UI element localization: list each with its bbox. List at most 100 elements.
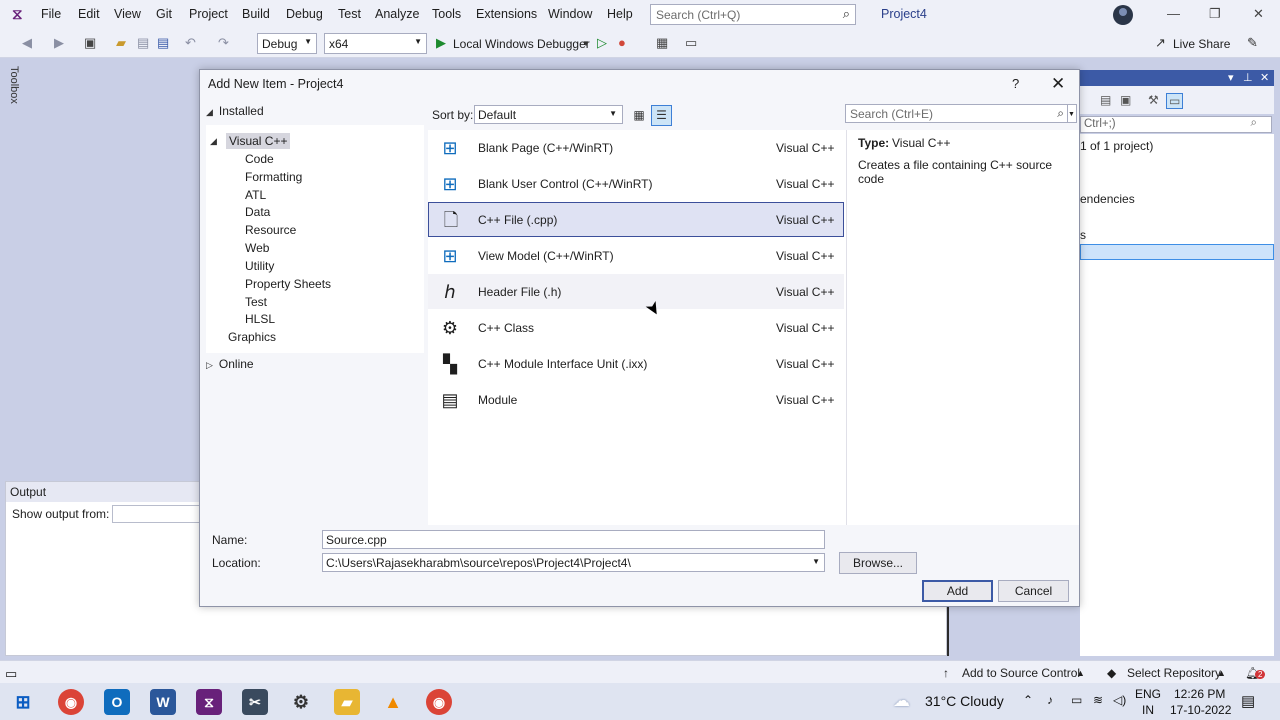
preview-icon[interactable]: ▭ — [1166, 93, 1184, 109]
hot-reload-icon[interactable]: ● — [618, 35, 626, 50]
list-item[interactable]: ⊞ Blank User Control (C++/WinRT) Visual … — [428, 166, 844, 201]
tree-node-resource[interactable]: Resource — [245, 223, 296, 237]
start-icon[interactable]: ⊞ — [10, 689, 36, 715]
dialog-close-button[interactable]: ✕ — [1051, 74, 1065, 94]
list-item[interactable]: ⊞ View Model (C++/WinRT) Visual C++ — [428, 238, 844, 273]
tree-node-utility[interactable]: Utility — [245, 259, 274, 273]
menu-tools[interactable]: Tools — [432, 7, 461, 21]
pin-icon[interactable]: ⊥ — [1243, 71, 1253, 84]
collapse-triangle-icon[interactable]: ◢ — [206, 107, 213, 118]
search-options-dropdown[interactable]: ▼ — [1068, 104, 1077, 123]
menu-extensions[interactable]: Extensions — [476, 7, 537, 21]
tree-node-visual-cpp[interactable]: Visual C++ — [226, 133, 291, 149]
redo-icon[interactable]: ↷ — [218, 35, 229, 51]
tree-node-atl[interactable]: ATL — [245, 188, 266, 202]
sort-by-dropdown[interactable]: Default ▼ — [474, 105, 623, 124]
list-item[interactable]: ▤ Module Visual C++ — [428, 382, 844, 417]
weather[interactable]: 31°C Cloudy — [925, 693, 1004, 709]
menu-window[interactable]: Window — [548, 7, 592, 21]
chrome-icon[interactable]: ◉ — [58, 689, 84, 715]
vlc-icon[interactable]: ▲ — [380, 689, 406, 715]
region-code[interactable]: IN — [1142, 703, 1154, 717]
search-icon[interactable]: ⌕ — [1251, 117, 1257, 130]
installed-node[interactable]: ◢ Installed — [206, 104, 264, 118]
list-item[interactable]: ⊞ Blank Page (C++/WinRT) Visual C++ — [428, 130, 844, 165]
visual-studio-logo-icon[interactable]: ⧖ — [12, 6, 32, 24]
feedback-icon[interactable]: ✎ — [1247, 35, 1258, 51]
folder-icon[interactable]: ▦ — [656, 35, 668, 51]
name-field[interactable]: Source.cpp — [322, 530, 825, 549]
collapse-icon[interactable]: ▤ — [1100, 93, 1111, 107]
chevron-down-icon[interactable]: ▼ — [812, 557, 820, 566]
tree-node-property-sheets[interactable]: Property Sheets — [245, 277, 331, 291]
list-item-selected[interactable]: 🗋︎ C++ File (.cpp) Visual C++ — [428, 202, 844, 237]
browse-button[interactable]: Browse... — [839, 552, 917, 574]
template-search-input[interactable]: Search (Ctrl+E) ⌕ — [845, 104, 1068, 123]
debugger-button[interactable]: Local Windows Debugger — [453, 37, 590, 51]
layout-icon[interactable]: ▭ — [685, 35, 697, 51]
open-folder-icon[interactable]: ▰ — [116, 35, 126, 51]
expand-triangle-icon[interactable]: ▷ — [206, 360, 213, 371]
list-view-icon[interactable]: ☰ — [651, 105, 672, 126]
search-icon[interactable]: ⌕ — [843, 6, 850, 22]
tree-node-hlsl[interactable]: HLSL — [245, 312, 275, 326]
toolbox-tab[interactable]: Toolbox — [8, 66, 20, 104]
back-icon[interactable]: ◀ — [22, 35, 32, 51]
undo-icon[interactable]: ↶ — [185, 35, 196, 51]
language-code[interactable]: ENG — [1135, 687, 1161, 701]
tree-node-web[interactable]: Web — [245, 241, 269, 255]
menu-git[interactable]: Git — [156, 7, 172, 21]
save-icon[interactable]: ▤ — [137, 35, 149, 51]
tree-node-data[interactable]: Data — [245, 205, 270, 219]
live-share-button[interactable]: Live Share — [1173, 37, 1230, 51]
close-icon[interactable]: ✕ — [1260, 71, 1269, 84]
cancel-button[interactable]: Cancel — [998, 580, 1069, 602]
word-icon[interactable]: W — [150, 689, 176, 715]
list-item[interactable]: ℎ Header File (.h) Visual C++ — [428, 274, 844, 309]
configuration-dropdown[interactable]: Debug ▼ — [257, 33, 317, 54]
search-input[interactable]: Search (Ctrl+Q) ⌕ — [650, 4, 856, 25]
tree-node-code[interactable]: Code — [245, 152, 274, 166]
help-button[interactable]: ? — [1012, 76, 1019, 91]
add-button[interactable]: Add — [922, 580, 993, 602]
solution-node[interactable]: 1 of 1 project) — [1080, 139, 1153, 153]
add-to-source-control[interactable]: Add to Source Control — [962, 666, 1080, 680]
start-without-debugging-icon[interactable]: ▷ — [597, 35, 607, 51]
new-project-icon[interactable]: ▣ — [84, 35, 96, 51]
tree-node-test[interactable]: Test — [245, 295, 267, 309]
menu-help[interactable]: Help — [607, 7, 633, 21]
wifi-icon[interactable]: ≋ — [1093, 693, 1103, 707]
menu-test[interactable]: Test — [338, 7, 361, 21]
chevron-down-icon[interactable]: ▼ — [582, 39, 590, 48]
file-explorer-icon[interactable]: ▰ — [334, 689, 360, 715]
settings-icon[interactable]: ⚙ — [288, 689, 314, 715]
tree-node-formatting[interactable]: Formatting — [245, 170, 302, 184]
close-icon[interactable]: ✕ — [1253, 6, 1264, 22]
selected-tree-row[interactable] — [1080, 244, 1274, 260]
list-item[interactable]: ▚ C++ Module Interface Unit (.ixx) Visua… — [428, 346, 844, 381]
menu-debug[interactable]: Debug — [286, 7, 323, 21]
clock-date[interactable]: 17-10-2022 — [1170, 703, 1231, 717]
tree-node-graphics[interactable]: Graphics — [228, 330, 276, 344]
minimize-icon[interactable]: — — [1167, 6, 1180, 21]
menu-analyze[interactable]: Analyze — [375, 7, 419, 21]
outlook-icon[interactable]: O — [104, 689, 130, 715]
chevron-down-icon[interactable]: ▾ — [1228, 71, 1234, 84]
clock-time[interactable]: 12:26 PM — [1174, 687, 1225, 701]
chevron-up-icon[interactable]: ⌃ — [1023, 693, 1033, 707]
menu-build[interactable]: Build — [242, 7, 270, 21]
visual-studio-icon[interactable]: ⧖ — [196, 689, 222, 715]
solution-search-input[interactable]: Ctrl+;) ⌕ — [1080, 116, 1272, 133]
search-icon[interactable]: ⌕ — [1057, 106, 1064, 121]
location-field[interactable]: C:\Users\Rajasekharabm\source\repos\Proj… — [322, 553, 825, 572]
dependencies-node[interactable]: endencies — [1080, 192, 1135, 206]
copy-icon[interactable]: ▣ — [1120, 93, 1131, 107]
microphone-icon[interactable]: ♪ — [1047, 693, 1053, 707]
collapse-triangle-icon[interactable]: ◢ — [210, 133, 223, 147]
snipping-tool-icon[interactable]: ✂ — [242, 689, 268, 715]
battery-icon[interactable]: ▭ — [1071, 693, 1082, 707]
volume-icon[interactable]: ◁) — [1113, 693, 1126, 707]
tree-node[interactable]: s — [1080, 228, 1086, 242]
forward-icon[interactable]: ▶ — [54, 35, 64, 51]
notification-center-icon[interactable]: ▤ — [1241, 692, 1255, 710]
